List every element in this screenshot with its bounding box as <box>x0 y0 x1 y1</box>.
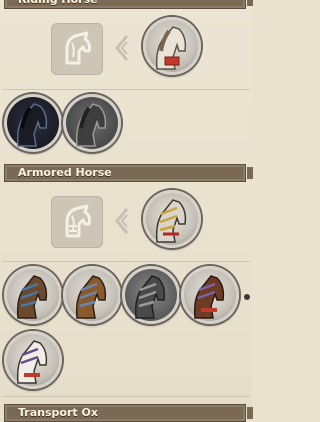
riding-horse-variant-medal[interactable] <box>4 94 62 152</box>
horse-head-icon <box>65 31 91 65</box>
divider <box>2 261 250 262</box>
armored-horse-portrait-icon <box>16 340 48 384</box>
section-header-transport-ox: Transport Ox <box>4 404 253 422</box>
partial-medal-edge <box>244 290 252 304</box>
armored-horse-portrait-icon <box>134 275 166 319</box>
chevron-left-icon <box>115 35 129 61</box>
horse-portrait-icon <box>16 103 48 147</box>
armored-horse-portrait-icon <box>16 275 48 319</box>
section-header-armored-horse: Armored Horse <box>4 164 253 182</box>
armored-horse-variant-medal[interactable] <box>4 331 62 389</box>
divider <box>2 396 250 397</box>
armored-horse-variant-medal[interactable] <box>181 266 239 324</box>
armored-horse-portrait-icon <box>155 199 187 243</box>
divider <box>2 89 250 90</box>
section-title: Transport Ox <box>18 406 98 419</box>
horse-head-icon <box>65 204 91 238</box>
riding-horse-variant-medal[interactable] <box>63 94 121 152</box>
section-title: Armored Horse <box>18 166 112 179</box>
section-header-riding-horse: Riding Horse <box>4 0 253 9</box>
armored-horse-variant-medal[interactable] <box>63 266 121 324</box>
armored-horse-main-medal[interactable] <box>143 190 201 248</box>
chevron-left-icon <box>115 208 129 234</box>
riding-horse-main-medal[interactable] <box>143 17 201 75</box>
armored-horse-portrait-icon <box>75 275 107 319</box>
armored-horse-variant-medal[interactable] <box>4 266 62 324</box>
stable-panel: Riding Horse Armored Horse <box>0 0 253 422</box>
armored-horse-portrait-icon <box>193 275 225 319</box>
section-title: Riding Horse <box>18 0 98 8</box>
armored-horse-category-tile[interactable] <box>51 196 103 248</box>
horse-portrait-icon <box>75 103 107 147</box>
riding-horse-category-tile[interactable] <box>51 23 103 75</box>
horse-portrait-icon <box>155 26 187 70</box>
armored-horse-variant-medal[interactable] <box>122 266 180 324</box>
